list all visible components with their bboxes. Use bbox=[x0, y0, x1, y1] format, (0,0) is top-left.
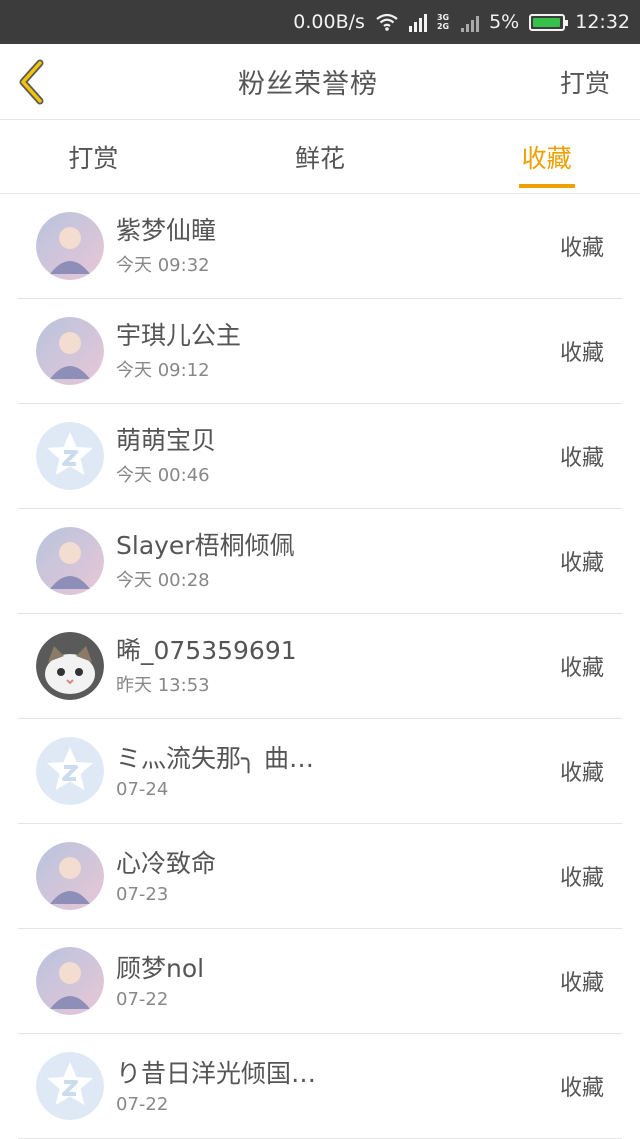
list-item-info: 晞_075359691 昨天 13:53 bbox=[116, 635, 560, 697]
list-item-info: 顾梦nol 07-22 bbox=[116, 953, 560, 1010]
avatar[interactable] bbox=[36, 947, 104, 1015]
timestamp: 今天 00:46 bbox=[116, 465, 210, 486]
timestamp: 07-23 bbox=[116, 883, 169, 905]
avatar[interactable] bbox=[36, 317, 104, 385]
timestamp: 今天 00:28 bbox=[116, 570, 210, 591]
user-name: ミ灬流失那╮ 曲… bbox=[116, 743, 314, 773]
page-title: 粉丝荣誉榜 bbox=[237, 69, 378, 100]
tab-bar: 打赏 鲜花 收藏 bbox=[0, 120, 640, 194]
timestamp: 今天 09:32 bbox=[116, 255, 210, 276]
user-name: 心冷致命 bbox=[116, 848, 217, 878]
list-item[interactable]: Slayer梧桐倾佩 今天 00:28 收藏 bbox=[18, 509, 622, 614]
user-name: 萌萌宝贝 bbox=[116, 426, 217, 455]
user-name: り昔日洋光倾国… bbox=[116, 1058, 317, 1088]
action-label: 收藏 bbox=[559, 446, 604, 471]
user-name: Slayer梧桐倾佩 bbox=[116, 531, 295, 560]
list-item-info: 宇琪儿公主 今天 09:12 bbox=[116, 320, 560, 382]
status-time: 12:32 bbox=[575, 11, 630, 33]
avatar[interactable] bbox=[36, 527, 104, 595]
signal-secondary-icon bbox=[461, 12, 480, 32]
avatar[interactable] bbox=[36, 212, 104, 280]
battery-percent: 5% bbox=[489, 11, 520, 33]
timestamp: 07-22 bbox=[116, 1093, 169, 1115]
list-item[interactable]: 萌萌宝贝 今天 00:46 收藏 bbox=[18, 404, 622, 509]
list-item-info: 紫梦仙瞳 今天 09:32 bbox=[116, 215, 560, 277]
nav-bar: 粉丝荣誉榜 打赏 bbox=[0, 44, 640, 120]
action-label: 收藏 bbox=[559, 551, 604, 576]
list-item[interactable]: り昔日洋光倾国… 07-22 收藏 bbox=[18, 1034, 622, 1139]
timestamp: 昨天 13:53 bbox=[116, 675, 210, 696]
battery-icon bbox=[529, 13, 569, 31]
avatar[interactable] bbox=[36, 842, 104, 910]
user-name: 顾梦nol bbox=[116, 953, 205, 983]
reward-button[interactable]: 打赏 bbox=[560, 64, 610, 100]
user-name: 紫梦仙瞳 bbox=[116, 216, 217, 245]
user-name: 宇琪儿公主 bbox=[116, 321, 242, 350]
timestamp: 今天 09:12 bbox=[116, 360, 210, 381]
action-label: 收藏 bbox=[559, 866, 604, 891]
tab-favorites[interactable]: 收藏 bbox=[413, 120, 640, 193]
action-label: 收藏 bbox=[559, 1076, 604, 1101]
user-name: 晞_075359691 bbox=[116, 636, 297, 665]
action-label: 收藏 bbox=[559, 761, 604, 786]
tab-reward[interactable]: 打赏 bbox=[0, 120, 227, 193]
list-item[interactable]: 顾梦nol 07-22 收藏 bbox=[18, 929, 622, 1034]
avatar[interactable] bbox=[36, 422, 104, 490]
avatar[interactable] bbox=[36, 1052, 104, 1120]
list-item[interactable]: 晞_075359691 昨天 13:53 收藏 bbox=[18, 614, 622, 719]
back-button[interactable] bbox=[16, 57, 56, 107]
timestamp: 07-22 bbox=[116, 988, 169, 1010]
list-item-info: り昔日洋光倾国… 07-22 bbox=[116, 1058, 560, 1115]
action-label: 收藏 bbox=[559, 236, 604, 261]
wifi-icon bbox=[375, 12, 399, 32]
tab-flowers[interactable]: 鲜花 bbox=[227, 120, 414, 193]
timestamp: 07-24 bbox=[116, 778, 169, 800]
network-type-icon: 3G 2G bbox=[436, 13, 450, 31]
chevron-left-icon bbox=[19, 59, 44, 104]
list-item[interactable]: 宇琪儿公主 今天 09:12 收藏 bbox=[18, 299, 622, 404]
avatar[interactable] bbox=[36, 737, 104, 805]
status-bar: 0.00B/s 3G 2G 5% 12:32 bbox=[0, 0, 640, 44]
list-item[interactable]: 心冷致命 07-23 收藏 bbox=[18, 824, 622, 929]
action-label: 收藏 bbox=[559, 656, 604, 681]
network-speed: 0.00B/s bbox=[293, 11, 365, 33]
fan-list: 紫梦仙瞳 今天 09:32 收藏 宇琪儿公主 今天 09:12 收藏 萌萌宝贝 … bbox=[18, 194, 622, 1139]
list-item-info: Slayer梧桐倾佩 今天 00:28 bbox=[116, 530, 560, 592]
list-item-info: 萌萌宝贝 今天 00:46 bbox=[116, 425, 560, 487]
list-item-info: 心冷致命 07-23 bbox=[116, 848, 560, 905]
action-label: 收藏 bbox=[559, 341, 604, 366]
list-item[interactable]: 紫梦仙瞳 今天 09:32 收藏 bbox=[18, 194, 622, 299]
list-item[interactable]: ミ灬流失那╮ 曲… 07-24 收藏 bbox=[18, 719, 622, 824]
list-item-info: ミ灬流失那╮ 曲… 07-24 bbox=[116, 743, 560, 800]
avatar[interactable] bbox=[36, 632, 104, 700]
signal-icon bbox=[408, 12, 427, 32]
action-label: 收藏 bbox=[559, 971, 604, 996]
